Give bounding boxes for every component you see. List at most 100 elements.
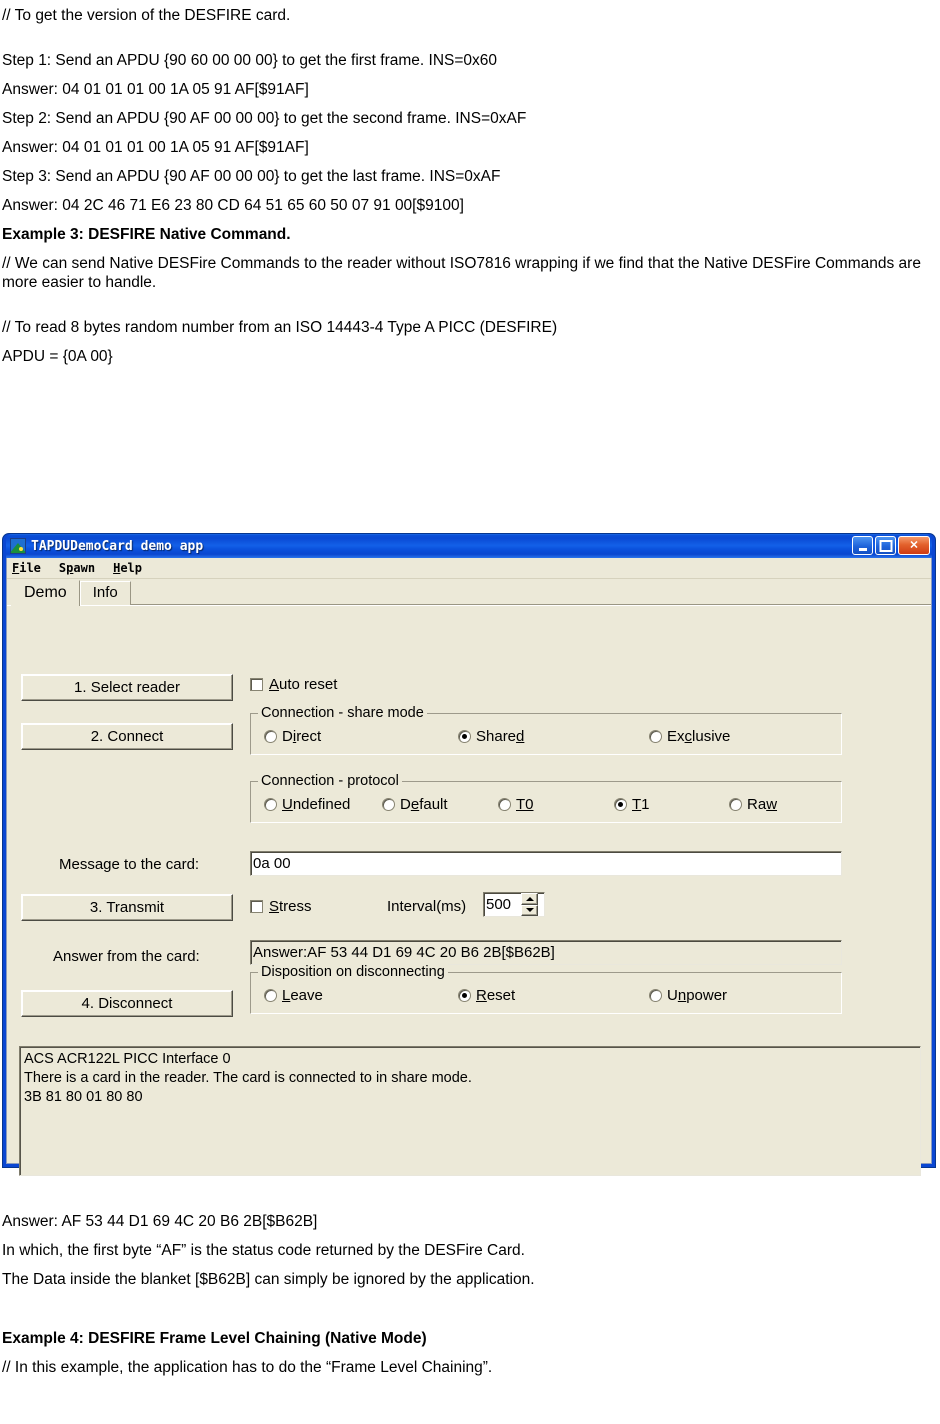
menubar: File Spawn Help <box>7 558 931 579</box>
protocol-group: Connection - protocol Undefined Default … <box>250 773 842 823</box>
connect-button[interactable]: 2. Connect <box>21 723 233 750</box>
select-reader-button-label: 1. Select reader <box>74 679 180 696</box>
menu-item-spawn[interactable]: Spawn <box>59 562 95 574</box>
paragraph-status-code: In which, the first byte “AF” is the sta… <box>2 1242 525 1259</box>
answer-from-card-label: Answer from the card: <box>53 948 200 965</box>
menu-item-file[interactable]: File <box>12 562 41 574</box>
connect-button-label: 2. Connect <box>90 728 164 745</box>
paragraph-blanket: The Data inside the blanket [$B62B] can … <box>2 1271 535 1288</box>
radio-protocol-default-dot <box>382 798 395 811</box>
interval-spinner-down-icon[interactable] <box>521 904 538 916</box>
radio-protocol-undefined-label: Undefined <box>282 796 351 813</box>
tabstrip-filler <box>130 583 931 605</box>
radio-share-direct-dot <box>264 730 277 743</box>
status-log-line: ACS ACR122L PICC Interface 0 <box>24 1051 231 1067</box>
status-log[interactable]: ACS ACR122L PICC Interface 0 There is a … <box>19 1046 921 1176</box>
message-to-card-label: Message to the card: <box>59 856 200 873</box>
disposition-legend: Disposition on disconnecting <box>258 964 448 980</box>
paragraph-apdu: APDU = {0A 00} <box>2 348 113 365</box>
radio-share-direct-label: Direct <box>282 728 322 745</box>
radio-protocol-undefined[interactable]: Undefined <box>264 796 350 813</box>
radio-disposition-unpower-label: Unpower <box>667 987 728 1004</box>
demo-tab-page: 1. Select reader 2. Connect 3. Transmit … <box>7 605 931 1176</box>
tapdu-demo-window: TAPDUDemoCard demo app ✕ File Spawn Help… <box>2 533 936 1176</box>
auto-reset-label: Auto reset <box>269 676 338 693</box>
radio-disposition-unpower[interactable]: Unpower <box>649 987 727 1004</box>
radio-protocol-t0-label: T0 <box>516 796 534 813</box>
radio-disposition-leave[interactable]: Leave <box>264 987 323 1004</box>
radio-disposition-unpower-dot <box>649 989 662 1002</box>
radio-share-shared[interactable]: Shared <box>458 728 524 745</box>
status-log-line: There is a card in the reader. The card … <box>24 1070 472 1086</box>
radio-share-exclusive[interactable]: Exclusive <box>649 728 730 745</box>
radio-disposition-reset-dot <box>458 989 471 1002</box>
radio-share-exclusive-label: Exclusive <box>667 728 731 745</box>
paragraph-answer2: Answer: 04 01 01 01 00 1A 05 91 AF[$91AF… <box>2 139 309 156</box>
tab-info[interactable]: Info <box>79 581 131 605</box>
radio-protocol-default[interactable]: Default <box>382 796 448 813</box>
stress-label: Stress <box>269 898 312 915</box>
message-to-card-input[interactable]: 0a 00 <box>250 851 842 876</box>
radio-protocol-raw-dot <box>729 798 742 811</box>
radio-share-direct[interactable]: Direct <box>264 728 321 745</box>
radio-protocol-t1[interactable]: T1 <box>614 796 650 813</box>
menu-item-help[interactable]: Help <box>113 562 142 574</box>
tab-demo[interactable]: Demo <box>11 580 80 606</box>
paragraph-step1: Step 1: Send an APDU {90 60 00 00 00} to… <box>2 52 498 69</box>
tabstrip: Demo Info <box>7 579 931 606</box>
disconnect-button[interactable]: 4. Disconnect <box>21 990 233 1017</box>
close-icon: ✕ <box>909 539 919 551</box>
window-controls: ✕ <box>852 536 930 555</box>
radio-share-exclusive-dot <box>649 730 662 743</box>
paragraph-example3-note: // We can send Native DESFire Commands t… <box>2 255 921 291</box>
paragraph-answer3: Answer: 04 2C 46 71 E6 23 80 CD 64 51 65… <box>2 197 464 214</box>
interval-spinner[interactable] <box>521 893 538 916</box>
auto-reset-checkbox[interactable]: Auto reset <box>250 676 337 693</box>
radio-share-shared-dot <box>458 730 471 743</box>
window-client-area: File Spawn Help Demo Info 1. Select read… <box>6 558 932 1176</box>
paragraph-step2: Step 2: Send an APDU {90 AF 00 00 00} to… <box>2 110 527 127</box>
radio-disposition-reset-label: Reset <box>476 987 516 1004</box>
radio-protocol-raw-label: Raw <box>747 796 778 813</box>
radio-protocol-default-label: Default <box>400 796 448 813</box>
radio-protocol-t0[interactable]: T0 <box>498 796 534 813</box>
heading-example-3: Example 3: DESFIRE Native Command. <box>2 226 291 243</box>
document-body: // To get the version of the DESFIRE car… <box>0 0 940 366</box>
disconnect-button-label: 4. Disconnect <box>81 995 173 1012</box>
app-icon <box>10 538 26 554</box>
answer-from-card-field[interactable]: Answer:AF 53 44 D1 69 4C 20 B6 2B[$B62B] <box>250 940 842 965</box>
minimize-button[interactable] <box>852 536 873 555</box>
protocol-legend: Connection - protocol <box>258 773 402 789</box>
close-button[interactable]: ✕ <box>898 536 930 555</box>
radio-disposition-leave-label: Leave <box>282 987 323 1004</box>
paragraph-step3: Step 3: Send an APDU {90 AF 00 00 00} to… <box>2 168 501 185</box>
stress-checkbox[interactable]: Stress <box>250 898 312 915</box>
paragraph-read-note: // To read 8 bytes random number from an… <box>2 319 558 336</box>
paragraph-answer-after: Answer: AF 53 44 D1 69 4C 20 B6 2B[$B62B… <box>2 1213 318 1230</box>
app-window-screenshot: TAPDUDemoCard demo app ✕ File Spawn Help… <box>2 533 936 1176</box>
select-reader-button[interactable]: 1. Select reader <box>21 674 233 701</box>
radio-disposition-reset[interactable]: Reset <box>458 987 515 1004</box>
maximize-button[interactable] <box>875 536 896 555</box>
heading-example-4: Example 4: DESFIRE Frame Level Chaining … <box>2 1330 427 1347</box>
transmit-button[interactable]: 3. Transmit <box>21 894 233 921</box>
message-to-card-value: 0a 00 <box>253 855 291 872</box>
radio-protocol-t0-dot <box>498 798 511 811</box>
auto-reset-checkbox-box <box>250 678 263 691</box>
interval-label: Interval(ms) <box>387 898 467 915</box>
radio-disposition-leave-dot <box>264 989 277 1002</box>
paragraph-intro: // To get the version of the DESFIRE car… <box>2 7 291 24</box>
disposition-group: Disposition on disconnecting Leave Reset… <box>250 964 842 1014</box>
share-mode-group: Connection - share mode Direct Shared Ex… <box>250 705 842 755</box>
interval-spinner-up-icon[interactable] <box>521 893 538 905</box>
document-body-after: Answer: AF 53 44 D1 69 4C 20 B6 2B[$B62B… <box>0 1212 940 1377</box>
paragraph-answer1: Answer: 04 01 01 01 00 1A 05 91 AF[$91AF… <box>2 81 309 98</box>
status-log-line: 3B 81 80 01 80 80 <box>24 1089 143 1105</box>
radio-protocol-undefined-dot <box>264 798 277 811</box>
radio-protocol-raw[interactable]: Raw <box>729 796 777 813</box>
radio-protocol-t1-label: T1 <box>632 796 650 813</box>
stress-checkbox-box <box>250 900 263 913</box>
transmit-button-label: 3. Transmit <box>89 899 165 916</box>
window-titlebar[interactable]: TAPDUDemoCard demo app ✕ <box>6 534 932 558</box>
radio-protocol-t1-dot <box>614 798 627 811</box>
